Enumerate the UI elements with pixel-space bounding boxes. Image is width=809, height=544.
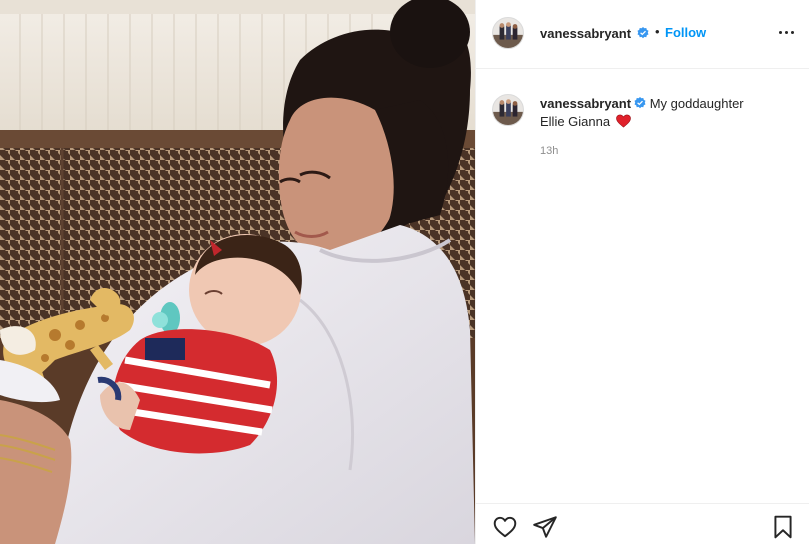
post-header: vanessabryant • Follow — [476, 0, 809, 69]
verified-badge-icon — [637, 27, 649, 39]
caption-avatar[interactable] — [492, 94, 524, 126]
paper-plane-icon[interactable] — [532, 514, 558, 540]
caption-line-1: My goddaughter — [649, 96, 744, 111]
photo-illustration — [0, 0, 475, 544]
heart-outline-icon[interactable] — [492, 514, 518, 540]
instagram-post: vanessabryant • Follow vanessabryant My … — [0, 0, 809, 544]
red-heart-emoji-icon — [615, 114, 631, 128]
post-photo[interactable] — [0, 0, 475, 544]
caption-text: vanessabryant My goddaughter Ellie Giann… — [540, 95, 790, 131]
action-bar — [476, 503, 809, 544]
avatar-image — [493, 95, 523, 125]
more-options-icon[interactable] — [778, 22, 796, 42]
post-timestamp[interactable]: 13h — [540, 145, 558, 157]
caption-username-link[interactable]: vanessabryant — [540, 96, 631, 111]
verified-badge-icon — [634, 97, 646, 109]
follow-button[interactable]: Follow — [665, 25, 706, 40]
username-link[interactable]: vanessabryant — [540, 26, 631, 41]
separator-dot: • — [655, 24, 660, 39]
post-side-panel: vanessabryant • Follow vanessabryant My … — [475, 0, 809, 544]
caption-line-2: Ellie Gianna — [540, 114, 611, 129]
avatar[interactable] — [492, 17, 524, 49]
avatar-image — [493, 18, 523, 48]
bookmark-icon[interactable] — [770, 514, 796, 540]
